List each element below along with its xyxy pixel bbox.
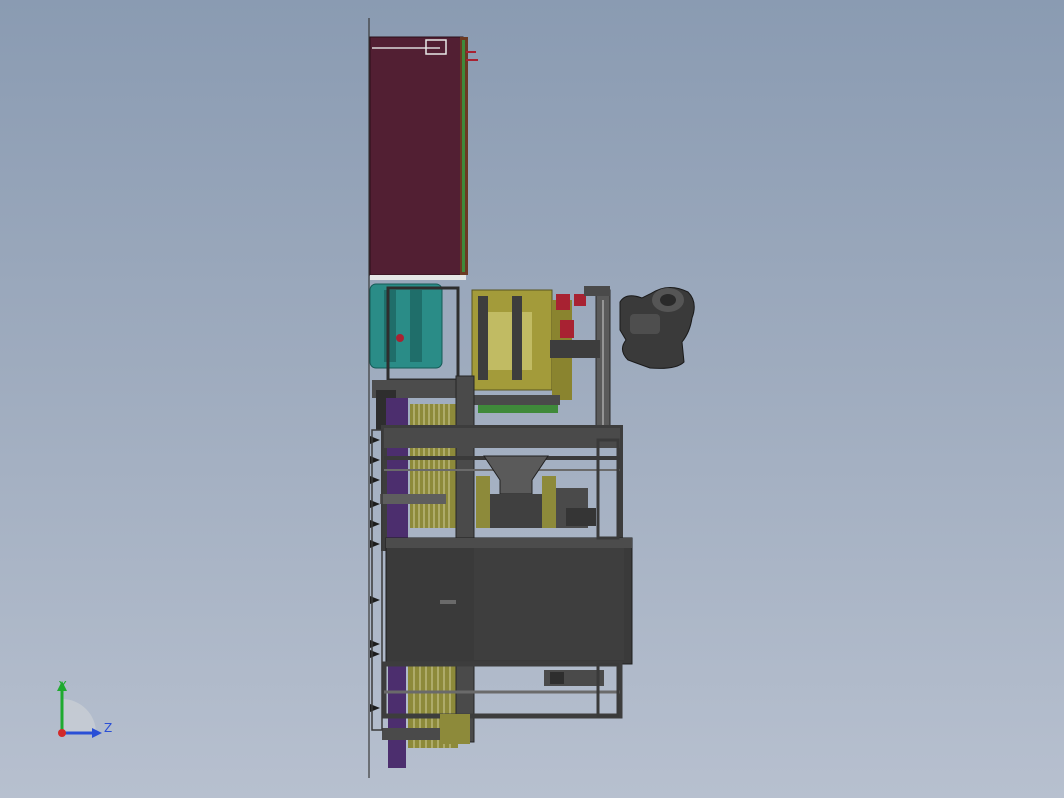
red-actuator-1 xyxy=(556,294,570,310)
y-axis-label: Y xyxy=(59,679,67,693)
orientation-triad: Y Z xyxy=(50,675,120,745)
hopper-body xyxy=(369,36,464,276)
purple-plate-1 xyxy=(386,398,408,538)
hopper-green-strip xyxy=(462,40,465,272)
funnel xyxy=(483,455,549,495)
machine-model[interactable] xyxy=(0,0,1064,798)
z-axis-label: Z xyxy=(104,721,113,735)
red-actuator-2 xyxy=(560,320,574,338)
teal-roll xyxy=(369,283,443,369)
x-axis-dot xyxy=(58,729,66,737)
graphics-viewport[interactable]: Y Z xyxy=(0,0,1064,798)
